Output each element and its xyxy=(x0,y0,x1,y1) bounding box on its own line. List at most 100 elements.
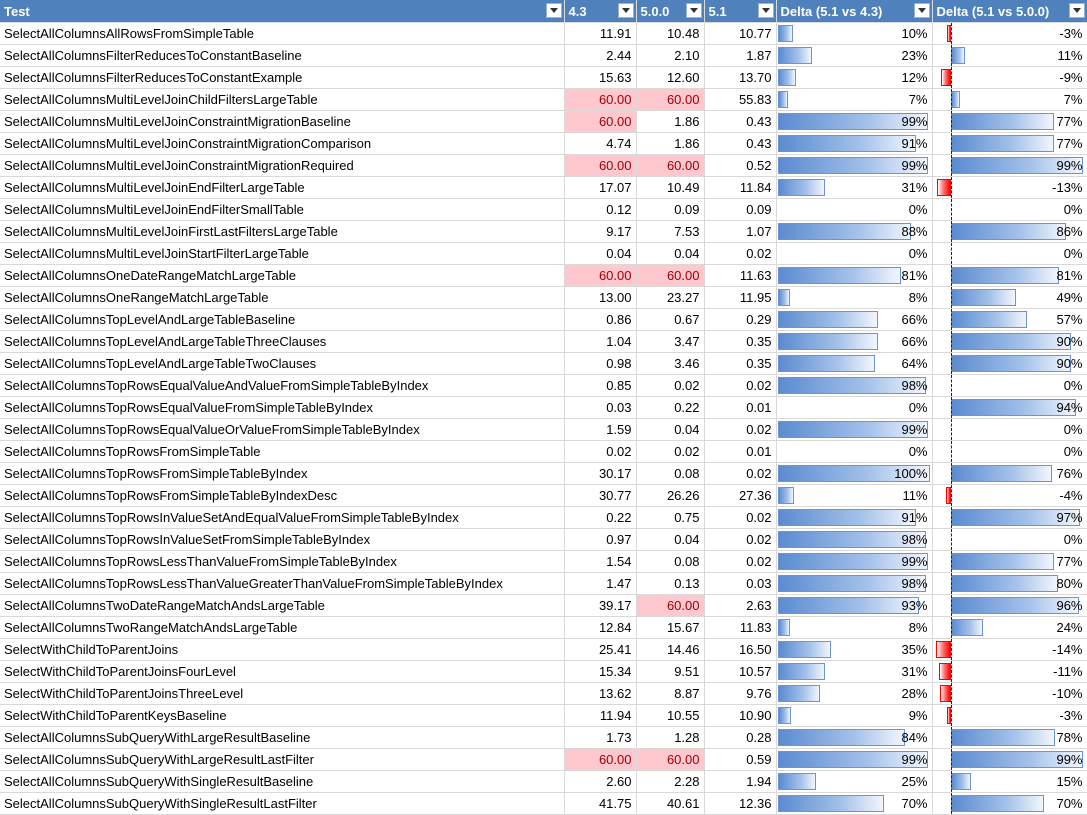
cell-v51[interactable]: 0.09 xyxy=(704,198,777,221)
cell-delta-50[interactable]: 0% xyxy=(932,418,1087,441)
cell-v51[interactable]: 0.01 xyxy=(704,440,777,463)
cell-delta-43[interactable]: 81% xyxy=(776,264,933,287)
cell-test[interactable]: SelectAllColumnsTopLevelAndLargeTableBas… xyxy=(0,308,565,331)
cell-delta-43[interactable]: 66% xyxy=(776,308,933,331)
cell-v50[interactable]: 60.00 xyxy=(636,154,705,177)
cell-v43[interactable]: 13.62 xyxy=(564,682,637,705)
cell-delta-43[interactable]: 99% xyxy=(776,748,933,771)
cell-v43[interactable]: 30.17 xyxy=(564,462,637,485)
cell-delta-50[interactable]: -14% xyxy=(932,638,1087,661)
cell-v51[interactable]: 12.36 xyxy=(704,792,777,815)
cell-test[interactable]: SelectAllColumnsMultiLevelJoinStartFilte… xyxy=(0,242,565,265)
cell-v51[interactable]: 0.02 xyxy=(704,550,777,573)
cell-test[interactable]: SelectAllColumnsTopRowsInValueSetAndEqua… xyxy=(0,506,565,529)
cell-v43[interactable]: 0.98 xyxy=(564,352,637,375)
cell-v43[interactable]: 9.17 xyxy=(564,220,637,243)
cell-test[interactable]: SelectAllColumnsMultiLevelJoinConstraint… xyxy=(0,154,565,177)
cell-test[interactable]: SelectWithChildToParentJoinsThreeLevel xyxy=(0,682,565,705)
cell-test[interactable]: SelectAllColumnsTopRowsFromSimpleTableBy… xyxy=(0,484,565,507)
cell-delta-50[interactable]: 77% xyxy=(932,110,1087,133)
cell-delta-50[interactable]: -3% xyxy=(932,704,1087,727)
cell-delta-50[interactable]: -3% xyxy=(932,22,1087,45)
cell-test[interactable]: SelectAllColumnsOneDateRangeMatchLargeTa… xyxy=(0,264,565,287)
cell-delta-50[interactable]: -11% xyxy=(932,660,1087,683)
cell-v51[interactable]: 0.43 xyxy=(704,110,777,133)
cell-delta-50[interactable]: 77% xyxy=(932,132,1087,155)
cell-v50[interactable]: 0.13 xyxy=(636,572,705,595)
cell-delta-43[interactable]: 99% xyxy=(776,154,933,177)
cell-v50[interactable]: 0.08 xyxy=(636,462,705,485)
cell-delta-50[interactable]: 90% xyxy=(932,330,1087,353)
cell-v43[interactable]: 1.59 xyxy=(564,418,637,441)
cell-v51[interactable]: 0.35 xyxy=(704,330,777,353)
cell-delta-43[interactable]: 100% xyxy=(776,462,933,485)
cell-v43[interactable]: 17.07 xyxy=(564,176,637,199)
cell-v43[interactable]: 2.60 xyxy=(564,770,637,793)
cell-test[interactable]: SelectWithChildToParentJoins xyxy=(0,638,565,661)
cell-v50[interactable]: 0.04 xyxy=(636,528,705,551)
cell-v50[interactable]: 0.02 xyxy=(636,440,705,463)
cell-v51[interactable]: 0.29 xyxy=(704,308,777,331)
cell-v43[interactable]: 15.34 xyxy=(564,660,637,683)
cell-v51[interactable]: 55.83 xyxy=(704,88,777,111)
cell-delta-50[interactable]: 81% xyxy=(932,264,1087,287)
cell-v51[interactable]: 10.57 xyxy=(704,660,777,683)
cell-v50[interactable]: 0.75 xyxy=(636,506,705,529)
cell-v51[interactable]: 11.84 xyxy=(704,176,777,199)
cell-delta-50[interactable]: 0% xyxy=(932,440,1087,463)
cell-v43[interactable]: 1.73 xyxy=(564,726,637,749)
cell-v50[interactable]: 15.67 xyxy=(636,616,705,639)
cell-delta-43[interactable]: 99% xyxy=(776,110,933,133)
cell-v50[interactable]: 7.53 xyxy=(636,220,705,243)
cell-v43[interactable]: 1.54 xyxy=(564,550,637,573)
cell-v50[interactable]: 60.00 xyxy=(636,594,705,617)
cell-v51[interactable]: 0.02 xyxy=(704,528,777,551)
cell-v43[interactable]: 11.94 xyxy=(564,704,637,727)
cell-v50[interactable]: 60.00 xyxy=(636,88,705,111)
cell-v50[interactable]: 0.04 xyxy=(636,242,705,265)
cell-test[interactable]: SelectAllColumnsMultiLevelJoinFirstLastF… xyxy=(0,220,565,243)
cell-v50[interactable]: 10.49 xyxy=(636,176,705,199)
cell-delta-43[interactable]: 70% xyxy=(776,792,933,815)
cell-v43[interactable]: 60.00 xyxy=(564,88,637,111)
cell-delta-43[interactable]: 91% xyxy=(776,506,933,529)
cell-delta-43[interactable]: 12% xyxy=(776,66,933,89)
cell-v50[interactable]: 3.47 xyxy=(636,330,705,353)
cell-v51[interactable]: 0.43 xyxy=(704,132,777,155)
cell-test[interactable]: SelectAllColumnsMultiLevelJoinConstraint… xyxy=(0,132,565,155)
cell-test[interactable]: SelectAllColumnsSubQueryWithSingleResult… xyxy=(0,770,565,793)
cell-v43[interactable]: 0.22 xyxy=(564,506,637,529)
cell-delta-43[interactable]: 64% xyxy=(776,352,933,375)
cell-v51[interactable]: 0.02 xyxy=(704,374,777,397)
cell-delta-43[interactable]: 99% xyxy=(776,550,933,573)
cell-v51[interactable]: 11.95 xyxy=(704,286,777,309)
cell-v51[interactable]: 0.03 xyxy=(704,572,777,595)
cell-v51[interactable]: 0.02 xyxy=(704,418,777,441)
cell-v50[interactable]: 9.51 xyxy=(636,660,705,683)
cell-v50[interactable]: 10.55 xyxy=(636,704,705,727)
filter-dropdown-icon[interactable] xyxy=(913,3,930,18)
cell-v51[interactable]: 10.90 xyxy=(704,704,777,727)
cell-v43[interactable]: 60.00 xyxy=(564,154,637,177)
cell-v43[interactable]: 0.86 xyxy=(564,308,637,331)
cell-delta-50[interactable]: -13% xyxy=(932,176,1087,199)
cell-v51[interactable]: 2.63 xyxy=(704,594,777,617)
cell-v51[interactable]: 16.50 xyxy=(704,638,777,661)
cell-delta-50[interactable]: 0% xyxy=(932,242,1087,265)
cell-v51[interactable]: 1.94 xyxy=(704,770,777,793)
cell-test[interactable]: SelectAllColumnsTopRowsFromSimpleTable xyxy=(0,440,565,463)
cell-delta-43[interactable]: 8% xyxy=(776,286,933,309)
cell-v43[interactable]: 1.47 xyxy=(564,572,637,595)
cell-test[interactable]: SelectAllColumnsTopRowsEqualValueAndValu… xyxy=(0,374,565,397)
cell-delta-43[interactable]: 0% xyxy=(776,440,933,463)
cell-test[interactable]: SelectAllColumnsTopRowsEqualValueFromSim… xyxy=(0,396,565,419)
cell-delta-50[interactable]: 94% xyxy=(932,396,1087,419)
cell-delta-43[interactable]: 0% xyxy=(776,242,933,265)
cell-delta-50[interactable]: 11% xyxy=(932,44,1087,67)
cell-v51[interactable]: 1.07 xyxy=(704,220,777,243)
cell-delta-43[interactable]: 7% xyxy=(776,88,933,111)
cell-v51[interactable]: 10.77 xyxy=(704,22,777,45)
cell-v51[interactable]: 11.63 xyxy=(704,264,777,287)
cell-v51[interactable]: 0.01 xyxy=(704,396,777,419)
cell-v50[interactable]: 14.46 xyxy=(636,638,705,661)
